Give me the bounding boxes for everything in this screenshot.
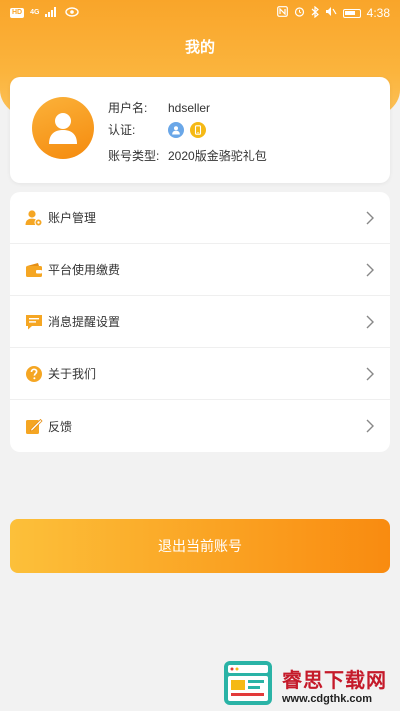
menu-item-about-us[interactable]: 关于我们: [10, 348, 390, 400]
menu-item-label: 反馈: [48, 419, 73, 434]
menu-item-account-management[interactable]: 账户管理: [10, 192, 390, 244]
status-left: HD 4G: [10, 6, 80, 20]
menu-item-label: 账户管理: [48, 211, 97, 225]
mute-icon: [325, 6, 337, 20]
menu-item-feedback[interactable]: 反馈: [10, 400, 390, 452]
username-row: 用户名: hdseller: [108, 99, 210, 116]
chevron-right-icon: [364, 211, 376, 225]
nfc-icon: [276, 6, 288, 20]
watermark-title: 睿思下载网: [282, 669, 387, 692]
network-badge: 4G: [30, 9, 40, 16]
menu-item-label: 关于我们: [48, 367, 97, 381]
chevron-right-icon: [364, 263, 376, 277]
watermark: 睿思下载网 www.cdgthk.com: [222, 658, 398, 710]
watermark-logo-icon: [222, 659, 276, 709]
bluetooth-icon: [311, 5, 319, 21]
eye-icon: [65, 6, 80, 20]
battery-icon: [342, 8, 361, 18]
phone-verified-icon: [190, 121, 206, 138]
menu-item-platform-fee[interactable]: 平台使用缴费: [10, 244, 390, 296]
menu-card: 账户管理 平台使用缴费 消息提醒设置 关于我们 反馈: [10, 192, 390, 452]
watermark-text: 睿思下载网 www.cdgthk.com: [282, 664, 387, 705]
account-type-row: 账号类型: 2020版金骆驼礼包: [108, 147, 267, 164]
chevron-right-icon: [364, 315, 376, 329]
status-right: 4:38: [276, 5, 390, 21]
username-value: hdseller: [168, 100, 211, 115]
menu-item-label: 消息提醒设置: [48, 315, 121, 329]
user-silhouette-icon: [49, 113, 77, 144]
alarm-icon: [294, 6, 305, 20]
profile-card: 用户名: hdseller 认证: 账号类型: 2020版金骆驼礼包: [10, 77, 390, 183]
avatar[interactable]: [32, 97, 94, 159]
status-time: 4:38: [366, 6, 390, 20]
signal-icon: [45, 6, 59, 20]
menu-item-message-settings[interactable]: 消息提醒设置: [10, 296, 390, 348]
account-type-value: 2020版金骆驼礼包: [168, 149, 267, 163]
verify-row: 认证:: [108, 121, 212, 138]
feedback-edit-icon: [24, 416, 44, 436]
watermark-url: www.cdgthk.com: [282, 692, 373, 705]
page-title: 我的: [184, 39, 215, 56]
person-verified-icon: [168, 121, 184, 138]
username-label: 用户名:: [108, 101, 148, 115]
hd-badge: HD: [10, 8, 25, 18]
chevron-right-icon: [364, 419, 376, 433]
status-bar: HD 4G 4:38: [0, 0, 400, 26]
message-icon: [24, 312, 44, 332]
chevron-right-icon: [364, 367, 376, 381]
question-icon: [24, 364, 44, 384]
verify-label: 认证:: [108, 123, 136, 137]
account-type-label: 账号类型:: [108, 149, 160, 163]
menu-item-label: 平台使用缴费: [48, 263, 121, 277]
wallet-icon: [24, 260, 44, 280]
account-settings-icon: [24, 208, 44, 228]
logout-button[interactable]: 退出当前账号: [10, 519, 390, 573]
